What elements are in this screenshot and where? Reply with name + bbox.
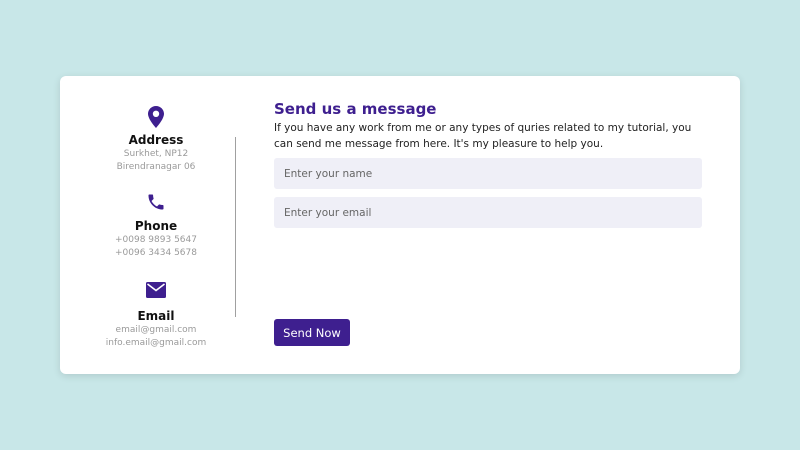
address-title: Address xyxy=(128,133,184,147)
email-block: Email email@gmail.com info.email@gmail.c… xyxy=(90,278,222,350)
phone-icon xyxy=(144,192,168,216)
phone-line-1: +0098 9893 5647 xyxy=(115,235,197,245)
address-line-1: Surkhet, NP12 xyxy=(123,149,189,159)
send-now-button[interactable]: Send Now xyxy=(274,319,350,346)
vertical-divider xyxy=(235,137,236,317)
email-line-1: email@gmail.com xyxy=(115,325,197,335)
email-line-2: info.email@gmail.com xyxy=(105,338,207,348)
email-input[interactable] xyxy=(274,197,702,228)
contact-card: Address Surkhet, NP12 Birendranagar 06 P… xyxy=(60,76,740,374)
email-title: Email xyxy=(137,309,175,323)
form-heading: Send us a message xyxy=(274,100,437,118)
location-pin-icon xyxy=(144,106,168,130)
phone-title: Phone xyxy=(134,219,178,233)
address-block: Address Surkhet, NP12 Birendranagar 06 xyxy=(90,106,222,174)
address-line-2: Birendranagar 06 xyxy=(116,162,196,172)
phone-block: Phone +0098 9893 5647 +0096 3434 5678 xyxy=(90,192,222,260)
phone-line-2: +0096 3434 5678 xyxy=(115,248,197,258)
envelope-icon xyxy=(144,282,168,306)
form-description: If you have any work from me or any type… xyxy=(274,122,692,150)
name-input[interactable] xyxy=(274,158,702,189)
message-form: Send us a message If you have any work f… xyxy=(274,99,704,346)
